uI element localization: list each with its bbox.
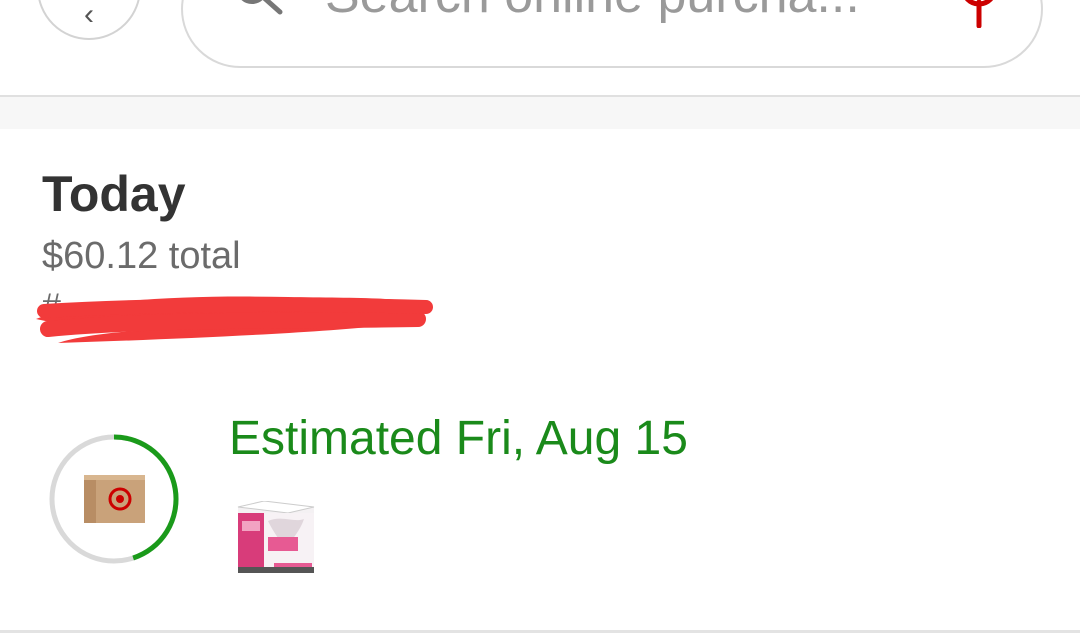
order-total: $60.12 total	[42, 235, 241, 277]
order-history-screen: ‹ Search online purcha... Today $60.12 t…	[0, 0, 1080, 633]
header: ‹ Search online purcha...	[0, 0, 1080, 96]
order-date-heading: Today	[42, 166, 186, 222]
chevron-left-icon: ‹	[84, 0, 94, 31]
back-button[interactable]: ‹	[37, 0, 141, 40]
redaction-mark	[36, 296, 433, 343]
location-pin-icon[interactable]	[959, 0, 999, 28]
delivery-estimate: Estimated Fri, Aug 15	[229, 412, 688, 465]
section-separator	[0, 95, 1080, 131]
order-card[interactable]: Today $60.12 total # Estimated Fri, Aug …	[0, 129, 1080, 633]
package-icon	[84, 475, 145, 523]
search-input[interactable]: Search online purcha...	[181, 0, 1043, 68]
product-thumbnail[interactable]	[234, 501, 320, 579]
search-icon	[241, 0, 283, 15]
search-placeholder: Search online purcha...	[325, 0, 860, 21]
